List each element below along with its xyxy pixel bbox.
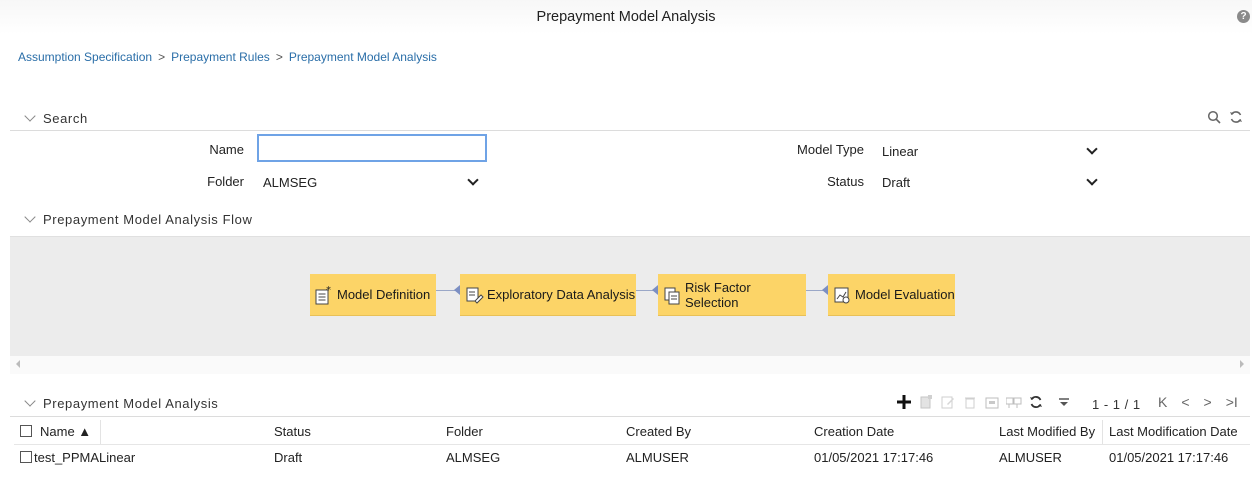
cell-created-by: ALMUSER bbox=[626, 450, 689, 465]
previous-page-icon[interactable]: < bbox=[1181, 394, 1189, 410]
pagination-nav: K < > >I bbox=[1158, 394, 1238, 410]
breadcrumb-prepayment-rules[interactable]: Prepayment Rules bbox=[171, 50, 270, 64]
flow-node-model-definition[interactable]: * Model Definition bbox=[310, 274, 436, 316]
folder-label: Folder bbox=[207, 174, 244, 189]
refresh-icon[interactable] bbox=[1028, 394, 1044, 410]
column-header-creation-date[interactable]: Creation Date bbox=[814, 424, 894, 439]
chart-doc-icon bbox=[834, 287, 850, 303]
status-select-value: Draft bbox=[882, 175, 911, 190]
model-type-label: Model Type bbox=[797, 142, 864, 157]
cell-creation-date: 01/05/2021 17:17:46 bbox=[814, 450, 934, 465]
scroll-right-icon[interactable] bbox=[1240, 360, 1244, 368]
refresh-icon[interactable] bbox=[1229, 110, 1243, 124]
filter-icon[interactable] bbox=[1056, 394, 1072, 410]
chevron-down-icon bbox=[467, 174, 479, 186]
svg-text:*: * bbox=[326, 285, 331, 296]
breadcrumb-separator: > bbox=[158, 50, 166, 64]
column-header-last-modification-date[interactable]: Last Modification Date bbox=[1109, 424, 1238, 439]
help-icon[interactable]: ? bbox=[1237, 10, 1250, 23]
breadcrumb-separator: > bbox=[275, 50, 283, 64]
chevron-down-icon bbox=[24, 211, 36, 223]
flow-node-exploratory-data-analysis[interactable]: Exploratory Data Analysis bbox=[460, 274, 636, 316]
search-tools bbox=[1207, 110, 1243, 124]
pagination-summary: 1 - 1 / 1 bbox=[1092, 397, 1141, 412]
row-checkbox[interactable] bbox=[20, 451, 32, 463]
search-section-title: Search bbox=[43, 110, 88, 126]
cell-name[interactable]: test_PPMALinear bbox=[34, 450, 135, 465]
name-label: Name bbox=[209, 142, 244, 157]
column-header-created-by[interactable]: Created By bbox=[626, 424, 691, 439]
breadcrumb-prepayment-model-analysis[interactable]: Prepayment Model Analysis bbox=[289, 50, 437, 64]
flow-node-label: Risk Factor Selection bbox=[685, 279, 751, 310]
folder-select[interactable]: ALMSEG bbox=[257, 170, 487, 194]
model-type-select[interactable]: Linear bbox=[876, 139, 1106, 163]
page-title: Prepayment Model Analysis bbox=[536, 9, 716, 25]
filter-doc-icon bbox=[664, 287, 680, 304]
cell-folder: ALMSEG bbox=[446, 450, 501, 465]
column-header-last-modified-by[interactable]: Last Modified By bbox=[999, 424, 1095, 439]
column-separator bbox=[100, 420, 101, 444]
flow-node-label: Model Definition bbox=[337, 287, 431, 302]
chevron-down-icon bbox=[1086, 143, 1098, 155]
table-header-row: Name ▲ Status Folder Created By Creation… bbox=[14, 420, 1250, 445]
divider bbox=[10, 416, 1250, 417]
breadcrumb: Assumption Specification > Prepayment Rule… bbox=[18, 50, 437, 64]
grid-section-header[interactable]: Prepayment Model Analysis bbox=[10, 393, 218, 413]
edit-icon[interactable] bbox=[940, 394, 956, 410]
column-header-name[interactable]: Name ▲ bbox=[40, 424, 91, 439]
cell-last-modified-by: ALMUSER bbox=[999, 450, 1062, 465]
breadcrumb-assumption-specification[interactable]: Assumption Specification bbox=[18, 50, 152, 64]
flow-section-header[interactable]: Prepayment Model Analysis Flow bbox=[10, 209, 252, 229]
document-star-icon: * bbox=[315, 285, 331, 304]
flow-section-title: Prepayment Model Analysis Flow bbox=[43, 211, 253, 227]
scroll-left-icon[interactable] bbox=[16, 360, 20, 368]
grid-section-title: Prepayment Model Analysis bbox=[43, 395, 219, 411]
column-header-folder[interactable]: Folder bbox=[446, 424, 483, 439]
model-type-select-value: Linear bbox=[882, 144, 919, 159]
table-row[interactable]: test_PPMALinear Draft ALMSEG ALMUSER 01/… bbox=[14, 446, 1250, 470]
next-page-icon[interactable]: > bbox=[1204, 394, 1212, 410]
flow-node-label: Exploratory Data Analysis bbox=[487, 287, 636, 302]
cell-last-modification-date: 01/05/2021 17:17:46 bbox=[1109, 450, 1229, 465]
status-select[interactable]: Draft bbox=[876, 170, 1106, 194]
search-icon[interactable] bbox=[1207, 110, 1221, 124]
search-section-header[interactable]: Search bbox=[10, 108, 88, 128]
folder-select-value: ALMSEG bbox=[263, 175, 318, 190]
column-header-status[interactable]: Status bbox=[274, 424, 311, 439]
divider bbox=[10, 130, 1250, 131]
chevron-down-icon bbox=[24, 110, 36, 122]
select-all-checkbox[interactable] bbox=[20, 425, 32, 437]
flow-node-risk-factor-selection[interactable]: Risk Factor Selection bbox=[658, 274, 806, 316]
cell-status: Draft bbox=[274, 450, 303, 465]
compare-icon[interactable] bbox=[1006, 394, 1022, 410]
document-edit-icon bbox=[466, 287, 484, 304]
grid-toolbar bbox=[896, 392, 1072, 412]
flow-node-model-evaluation[interactable]: Model Evaluation bbox=[828, 274, 955, 316]
first-page-icon[interactable]: K bbox=[1158, 394, 1167, 410]
archive-icon[interactable] bbox=[984, 394, 1000, 410]
chevron-down-icon bbox=[1086, 174, 1098, 186]
status-label: Status bbox=[827, 174, 864, 189]
horizontal-scrollbar[interactable] bbox=[10, 356, 1250, 374]
column-separator bbox=[1102, 420, 1103, 444]
delete-icon[interactable] bbox=[962, 394, 978, 410]
copy-icon[interactable] bbox=[918, 394, 934, 410]
flow-node-label: Model Evaluation bbox=[855, 287, 955, 302]
last-page-icon[interactable]: >I bbox=[1226, 394, 1238, 410]
name-input[interactable] bbox=[257, 134, 487, 162]
add-icon[interactable] bbox=[896, 394, 912, 410]
chevron-down-icon bbox=[24, 395, 36, 407]
